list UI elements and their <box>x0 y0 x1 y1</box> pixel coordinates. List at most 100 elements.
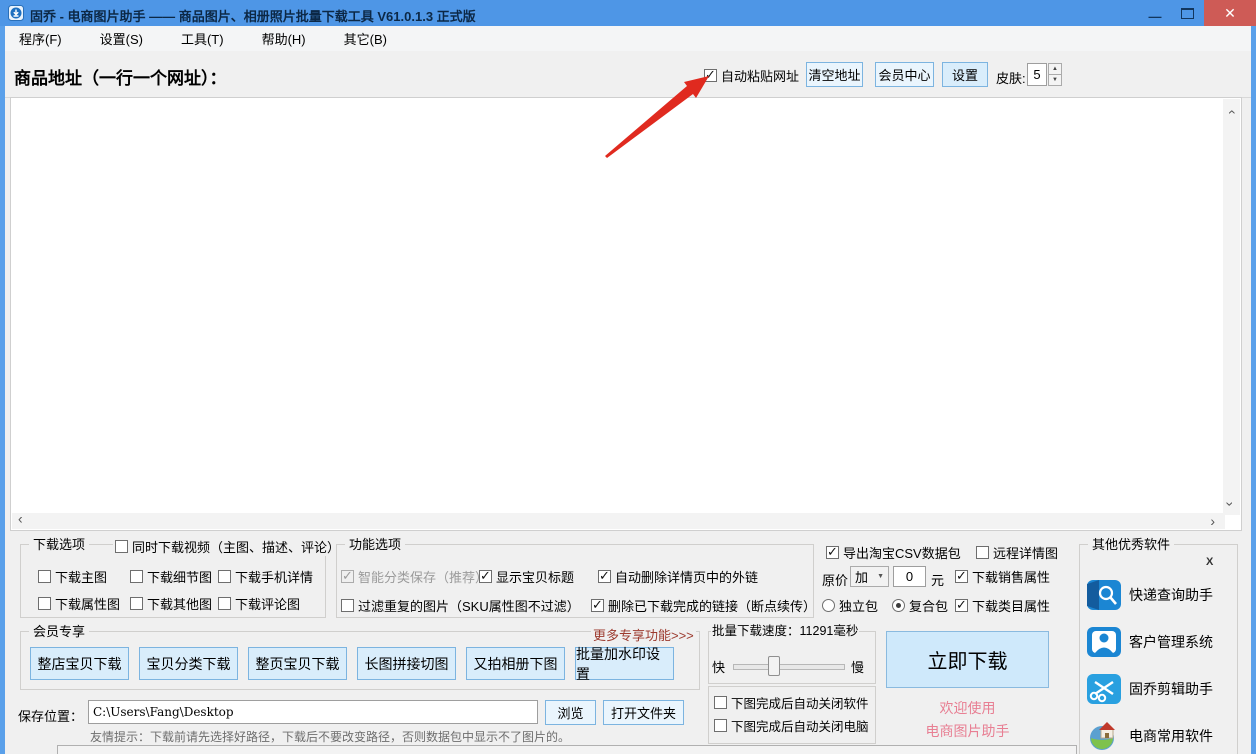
download-video-checkbox[interactable]: 同时下载视频（主图、描述、评论） <box>113 537 342 556</box>
checkbox-box <box>714 719 727 732</box>
download-main-image-checkbox[interactable]: 下载主图 <box>38 567 107 586</box>
scroll-right-icon[interactable]: › <box>1210 514 1215 528</box>
checkbox-label: 下载销售属性 <box>972 567 1050 586</box>
item-category-download-button[interactable]: 宝贝分类下载 <box>139 647 238 680</box>
scroll-down-icon[interactable]: › <box>1223 502 1237 507</box>
sidebar-item-label: 快递查询助手 <box>1129 585 1213 605</box>
price-value: 0 <box>906 569 913 584</box>
close-pc-after-checkbox[interactable]: 下图完成后自动关闭电脑 <box>714 716 869 735</box>
category-attr-checkbox[interactable]: 下载类目属性 <box>955 596 1050 615</box>
price-op-dropdown[interactable]: 加 ▼ <box>850 566 889 587</box>
member-center-button[interactable]: 会员中心 <box>875 62 934 87</box>
download-attr-image-checkbox[interactable]: 下载属性图 <box>38 594 120 613</box>
menu-settings[interactable]: 设置(S) <box>90 25 153 52</box>
button-label: 会员中心 <box>878 65 930 84</box>
remote-detail-checkbox[interactable]: 远程详情图 <box>976 543 1058 562</box>
sidebar-item-customer-mgmt[interactable]: 客户管理系统 <box>1087 627 1213 657</box>
scroll-up-icon[interactable]: › <box>1223 110 1237 115</box>
speed-slider-track[interactable] <box>733 664 845 670</box>
remove-external-links-checkbox[interactable]: 自动删除详情页中的外链 <box>598 567 758 586</box>
more-features-link[interactable]: 更多专享功能>>> <box>591 625 696 644</box>
url-area-title: 商品地址（一行一个网址）： <box>14 64 227 89</box>
checkbox-label: 下载属性图 <box>55 594 120 613</box>
upyun-album-download-button[interactable]: 又拍相册下图 <box>466 647 565 680</box>
download-now-button[interactable]: 立即下载 <box>886 631 1049 688</box>
open-folder-button[interactable]: 打开文件夹 <box>603 700 684 725</box>
smart-classify-checkbox[interactable]: 智能分类保存（推荐） <box>341 567 488 586</box>
checkbox-box <box>591 599 604 612</box>
sidebar-item-express-query[interactable]: 快递查询助手 <box>1087 580 1213 610</box>
combo-pack-radio[interactable]: 复合包 <box>892 596 948 615</box>
menu-program[interactable]: 程序(F) <box>9 25 72 52</box>
download-mobile-detail-checkbox[interactable]: 下载手机详情 <box>218 567 313 586</box>
skin-label: 皮肤: <box>996 68 1026 87</box>
scroll-left-icon[interactable]: › <box>18 514 23 528</box>
price-value-field[interactable]: 0 <box>893 566 926 587</box>
window-title: 固乔 - 电商图片助手 —— 商品图片、相册照片批量下载工具 V61.0.1.3… <box>30 6 476 25</box>
checkbox-label: 导出淘宝CSV数据包 <box>843 543 961 562</box>
spinner-down-button[interactable]: ▼ <box>1048 75 1062 86</box>
fast-label: 快 <box>712 657 725 676</box>
radio-circle <box>822 599 835 612</box>
checkbox-label: 自动删除详情页中的外链 <box>615 567 758 586</box>
horizontal-scrollbar[interactable]: › › <box>12 513 1225 529</box>
maximize-button[interactable] <box>1172 0 1202 26</box>
save-path-field[interactable]: C:\Users\Fang\Desktop <box>88 700 538 724</box>
minimize-button[interactable]: — <box>1140 0 1170 26</box>
clear-urls-button[interactable]: 清空地址 <box>806 62 863 87</box>
skin-value-field[interactable]: 5 <box>1027 63 1047 86</box>
remove-finished-links-checkbox[interactable]: 删除已下载完成的链接（断点续传） <box>591 596 816 615</box>
settings-button[interactable]: 设置 <box>942 62 988 87</box>
spinner-up-button[interactable]: ▲ <box>1048 63 1062 75</box>
browse-button[interactable]: 浏览 <box>545 700 596 725</box>
download-other-image-checkbox[interactable]: 下载其他图 <box>130 594 212 613</box>
url-textarea[interactable]: › › › › <box>10 97 1242 531</box>
checkbox-box <box>218 597 231 610</box>
vertical-scrollbar[interactable]: › › <box>1223 99 1240 515</box>
close-app-after-checkbox[interactable]: 下图完成后自动关闭软件 <box>714 693 869 712</box>
checkbox-box <box>826 546 839 559</box>
sales-attr-checkbox[interactable]: 下载销售属性 <box>955 567 1050 586</box>
export-csv-checkbox[interactable]: 导出淘宝CSV数据包 <box>826 543 961 562</box>
menu-tools[interactable]: 工具(T) <box>171 25 234 52</box>
radio-label: 独立包 <box>839 596 878 615</box>
speed-slider-thumb[interactable] <box>768 656 780 676</box>
checkbox-label: 自动粘贴网址 <box>721 66 799 85</box>
checkbox-box <box>130 570 143 583</box>
save-path-value: C:\Users\Fang\Desktop <box>93 705 234 719</box>
checkbox-label: 下载主图 <box>55 567 107 586</box>
menu-help[interactable]: 帮助(H) <box>252 25 316 52</box>
slow-label: 慢 <box>851 657 864 676</box>
checkbox-box <box>598 570 611 583</box>
button-label: 立即下载 <box>928 645 1008 674</box>
whole-page-download-button[interactable]: 整页宝贝下载 <box>248 647 347 680</box>
sidebar-item-clip-assistant[interactable]: 固乔剪辑助手 <box>1087 674 1213 704</box>
function-options-legend: 功能选项 <box>345 537 405 552</box>
close-button[interactable]: ✕ <box>1204 0 1256 26</box>
checkbox-label: 下载手机详情 <box>235 567 313 586</box>
price-unit-label: 元 <box>931 570 944 589</box>
button-label: 设置 <box>952 65 978 84</box>
checkbox-label: 同时下载视频（主图、描述、评论） <box>132 537 340 556</box>
button-label: 宝贝分类下载 <box>147 654 231 674</box>
save-hint-text: 友情提示：下载前请先选择好路径，下载后不要改变路径，否则数据包中显示不了图片的。 <box>90 728 570 745</box>
batch-watermark-button[interactable]: 批量加水印设置 <box>575 647 674 680</box>
filter-duplicate-checkbox[interactable]: 过滤重复的图片（SKU属性图不过滤） <box>341 596 580 615</box>
show-title-checkbox[interactable]: 显示宝贝标题 <box>479 567 574 586</box>
menu-other[interactable]: 其它(B) <box>334 25 397 52</box>
close-icon: ✕ <box>1224 5 1236 22</box>
download-detail-image-checkbox[interactable]: 下载细节图 <box>130 567 212 586</box>
whole-store-download-button[interactable]: 整店宝贝下载 <box>30 647 129 680</box>
skin-spinner: ▲ ▼ <box>1048 63 1062 86</box>
download-review-image-checkbox[interactable]: 下载评论图 <box>218 594 300 613</box>
sidebar-close-button[interactable]: X <box>1206 556 1213 568</box>
checkbox-box <box>704 69 717 82</box>
auto-paste-checkbox[interactable]: 自动粘贴网址 <box>704 66 799 85</box>
checkbox-box <box>955 570 968 583</box>
speed-legend: 批量下载速度： <box>712 624 800 638</box>
checkbox-label: 远程详情图 <box>993 543 1058 562</box>
long-image-split-button[interactable]: 长图拼接切图 <box>357 647 456 680</box>
sidebar-item-ecommerce-software[interactable]: 电商常用软件 <box>1087 721 1213 751</box>
single-pack-radio[interactable]: 独立包 <box>822 596 878 615</box>
radio-circle <box>892 599 905 612</box>
